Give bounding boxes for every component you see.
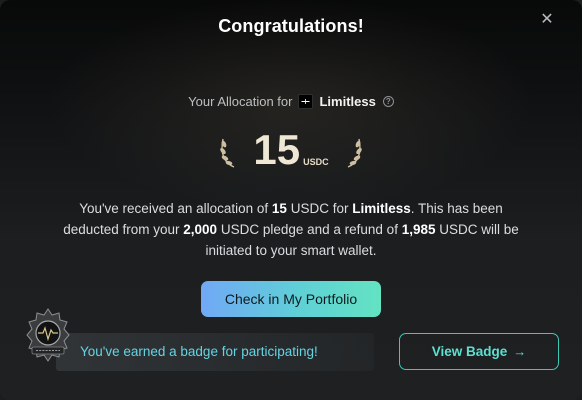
modal-title: Congratulations! [218,16,364,36]
allocation-modal: Congratulations! ✕ Your Allocation for L… [0,0,582,400]
arrow-right-icon: → [513,344,527,359]
allocation-unit: USDC [303,157,329,167]
view-badge-label: View Badge [431,344,508,359]
allocation-amount: 15 [253,126,301,173]
desc-text-2: USDC for [286,201,353,216]
view-badge-button[interactable]: View Badge → [399,333,559,370]
desc-text-1: You've received an allocation of [79,201,272,216]
desc-project: Limitless [352,201,411,216]
amount-row: 15 USDC [0,124,582,176]
check-portfolio-button[interactable]: Check in My Portfolio [201,281,381,317]
desc-text-4: USDC pledge and a refund of [217,222,402,237]
info-icon[interactable]: ? [382,96,394,107]
allocation-label: Your Allocation for [188,94,293,109]
project-name: Limitless [319,94,376,109]
info-glyph: ? [385,97,391,106]
desc-amount: 15 [271,201,287,216]
laurel-left-icon [220,138,235,168]
desc-refund: 1,985 [401,222,436,237]
allocation-header: Your Allocation for Limitless ? [0,94,582,109]
badge-message: You've earned a badge for participating! [80,344,318,359]
limitless-logo-icon [298,94,314,109]
desc-pledge: 2,000 [183,222,218,237]
laurel-right-icon [347,138,362,168]
close-icon[interactable]: ✕ [538,11,556,29]
badge-emblem-icon [26,308,70,362]
allocation-description: You've received an allocation of 15 USDC… [60,198,522,261]
allocation-amount-group: 15 USDC [253,129,328,171]
